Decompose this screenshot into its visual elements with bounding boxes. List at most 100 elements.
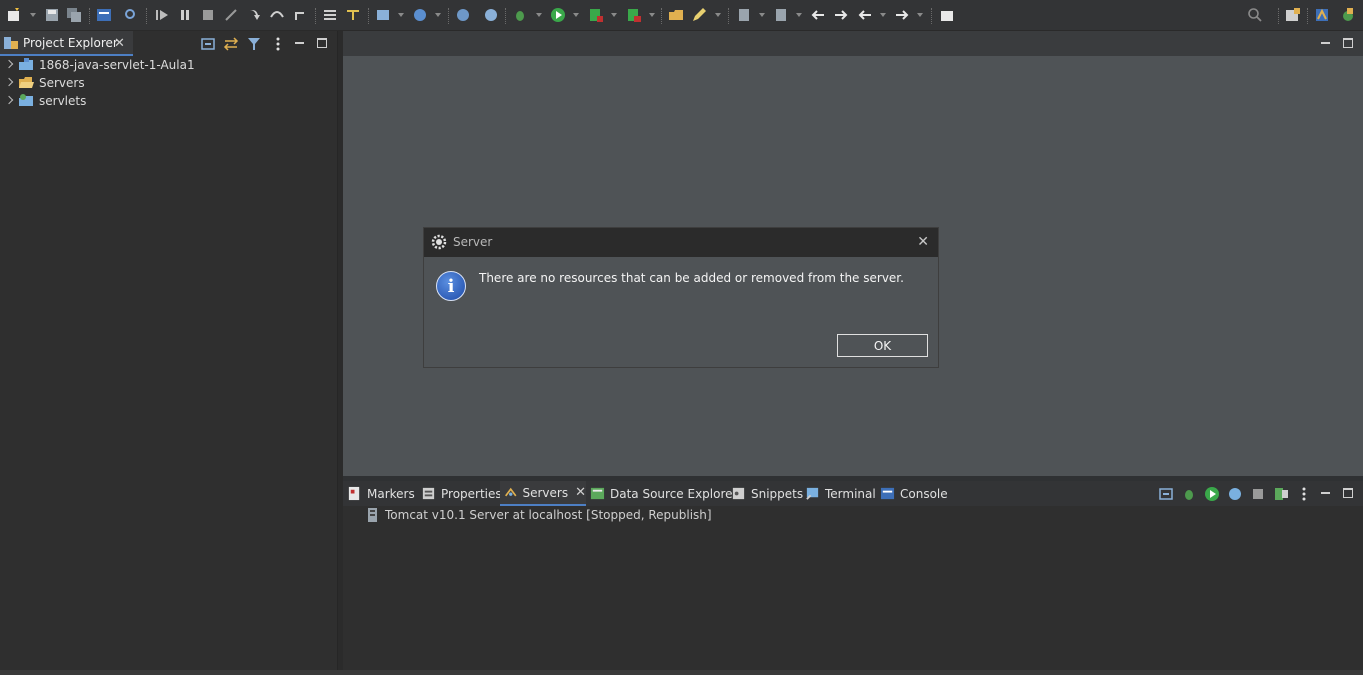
project-explorer-header: Project Explorer ✕: [0, 31, 337, 56]
status-bar: [0, 670, 1363, 675]
collapse-all-icon[interactable]: [1158, 486, 1174, 502]
gear-icon: [431, 234, 447, 250]
tab-terminal[interactable]: Terminal: [805, 481, 876, 506]
start-server-icon[interactable]: [1204, 486, 1220, 502]
coverage-icon[interactable]: [588, 7, 604, 23]
bottom-panel: Markers Properties Servers ✕ Data Source…: [343, 481, 1363, 670]
step-over-icon[interactable]: [269, 7, 285, 23]
minimize-icon[interactable]: [294, 37, 306, 49]
server-list-item[interactable]: Tomcat v10.1 Server at localhost [Stoppe…: [365, 507, 712, 523]
debug-icon[interactable]: [512, 7, 528, 23]
new-server-icon[interactable]: [375, 7, 391, 23]
drop-to-frame-icon[interactable]: [345, 7, 361, 23]
close-icon[interactable]: ✕: [575, 485, 586, 500]
chevron-right-icon[interactable]: [4, 77, 14, 87]
step-into-icon[interactable]: [246, 7, 262, 23]
tab-properties[interactable]: Properties: [421, 481, 502, 506]
last-edit-icon[interactable]: [810, 7, 826, 23]
web-browser-icon[interactable]: [483, 7, 499, 23]
debug-server-icon[interactable]: [1181, 486, 1197, 502]
pin-editor-icon[interactable]: [939, 7, 955, 23]
next-annotation-icon[interactable]: [736, 7, 752, 23]
globe-icon[interactable]: [455, 7, 471, 23]
skip-breakpoints-icon[interactable]: [322, 7, 338, 23]
search-icon[interactable]: [1247, 7, 1263, 23]
ok-button[interactable]: OK: [837, 334, 928, 357]
disconnect-icon[interactable]: [223, 7, 239, 23]
run-icon[interactable]: [550, 7, 566, 23]
forward-icon[interactable]: [894, 7, 910, 23]
tab-label: Data Source Explorer: [610, 486, 738, 501]
stop-server-icon[interactable]: [1250, 486, 1266, 502]
minimize-icon[interactable]: [1320, 37, 1332, 49]
chevron-right-icon[interactable]: [4, 59, 14, 69]
project-tree: 1868-java-servlet-1-Aula1 Servers servle…: [0, 56, 337, 110]
open-perspective-icon[interactable]: [1285, 7, 1301, 23]
tab-label: Snippets: [751, 486, 804, 501]
search-toolbar-icon[interactable]: [123, 7, 139, 23]
tab-console[interactable]: Console: [880, 481, 948, 506]
project-folder-icon: [19, 58, 33, 70]
prev-annotation-icon[interactable]: [773, 7, 789, 23]
project-explorer-panel: Project Explorer ✕ 1868-java-servlet-1-A…: [0, 31, 338, 670]
debug-perspective-icon[interactable]: [1340, 7, 1356, 23]
web-project-icon: [19, 94, 33, 106]
edit-icon[interactable]: [691, 7, 707, 23]
filter-icon[interactable]: [246, 36, 262, 52]
chevron-right-icon[interactable]: [4, 95, 14, 105]
tab-servers[interactable]: Servers ✕: [500, 481, 586, 506]
new-file-icon[interactable]: [6, 7, 22, 23]
markers-icon: [348, 486, 360, 501]
tab-project-explorer[interactable]: Project Explorer ✕: [0, 31, 133, 56]
project-explorer-icon: [4, 36, 18, 49]
close-icon[interactable]: ✕: [114, 37, 125, 50]
stop-icon[interactable]: [200, 7, 216, 23]
back-icon[interactable]: [857, 7, 873, 23]
resume-icon[interactable]: [154, 7, 170, 23]
open-type-icon[interactable]: [668, 7, 684, 23]
pause-icon[interactable]: [177, 7, 193, 23]
java-ee-perspective-icon[interactable]: [1314, 7, 1330, 23]
external-tools-icon[interactable]: [626, 7, 642, 23]
tab-label: Console: [900, 486, 948, 501]
maximize-icon[interactable]: [1343, 38, 1353, 48]
terminal-toolbar-icon[interactable]: [96, 7, 112, 23]
view-menu-icon[interactable]: [270, 36, 286, 52]
maximize-icon[interactable]: [317, 38, 327, 48]
tab-project-explorer-label: Project Explorer: [23, 35, 118, 50]
save-all-icon[interactable]: [66, 7, 82, 23]
properties-icon: [422, 487, 435, 500]
editor-header: [343, 31, 1363, 56]
save-icon[interactable]: [44, 7, 60, 23]
tree-item-label: 1868-java-servlet-1-Aula1: [39, 58, 195, 72]
publish-icon[interactable]: [1273, 486, 1289, 502]
info-icon: i: [436, 271, 466, 301]
forward-edit-icon[interactable]: [833, 7, 849, 23]
profile-server-icon[interactable]: [1227, 486, 1243, 502]
step-return-icon[interactable]: [292, 7, 308, 23]
terminal-icon: [806, 487, 819, 500]
dialog-message: There are no resources that can be added…: [479, 271, 904, 285]
tree-item-project[interactable]: 1868-java-servlet-1-Aula1: [0, 56, 337, 74]
new-web-service-icon[interactable]: [412, 7, 428, 23]
tab-data-source-explorer[interactable]: Data Source Explorer: [590, 481, 737, 506]
maximize-icon[interactable]: [1343, 488, 1353, 498]
tree-item-servers[interactable]: Servers: [0, 74, 337, 92]
tab-label: Markers: [367, 486, 415, 501]
close-icon[interactable]: ✕: [917, 234, 929, 250]
data-source-icon: [590, 487, 605, 500]
view-menu-icon[interactable]: [1296, 486, 1312, 502]
tree-item-label: servlets: [39, 94, 87, 108]
tab-markers[interactable]: Markers: [347, 481, 415, 506]
servers-icon: [505, 487, 517, 497]
link-with-editor-icon[interactable]: [223, 36, 239, 52]
tab-label: Properties: [441, 486, 502, 501]
tab-label: Servers: [522, 485, 569, 500]
dialog-title-bar: Server ✕: [424, 228, 938, 257]
console-icon: [880, 487, 895, 500]
server-dialog: Server ✕ i There are no resources that c…: [423, 227, 939, 368]
collapse-all-icon[interactable]: [200, 36, 216, 52]
tab-snippets[interactable]: Snippets: [731, 481, 803, 506]
tree-item-servlets[interactable]: servlets: [0, 92, 337, 110]
minimize-icon[interactable]: [1320, 487, 1332, 499]
